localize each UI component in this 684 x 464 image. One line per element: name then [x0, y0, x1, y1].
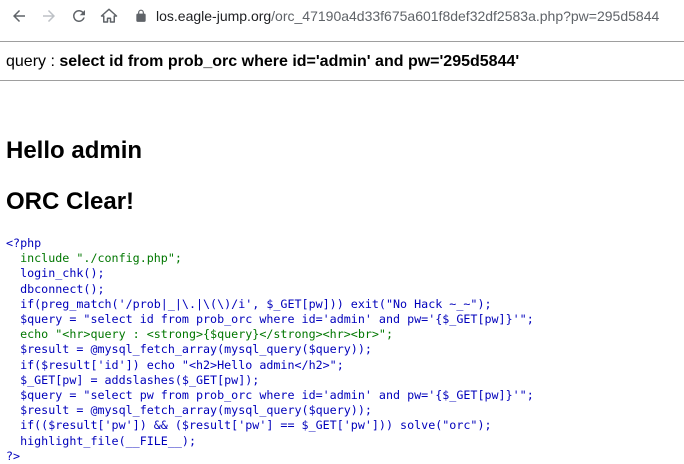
code-line: echo "<hr>query : <strong>{$query}</stro… — [6, 327, 394, 342]
home-button[interactable] — [98, 5, 120, 27]
address-bar[interactable]: los.eagle-jump.org/orc_47190a4d33f675a60… — [134, 4, 684, 28]
back-button[interactable] — [8, 5, 30, 27]
highlighted-source: <?php include "./config.php"; login_chk(… — [6, 236, 534, 464]
query-prefix: query : — [6, 53, 60, 70]
forward-button[interactable] — [38, 5, 60, 27]
home-icon — [100, 8, 118, 23]
hr-bottom — [0, 80, 684, 81]
code-line: $result = @mysql_fetch_array(mysql_query… — [6, 342, 372, 357]
code-line: $result = @mysql_fetch_array(mysql_query… — [6, 403, 372, 418]
code-line: $query = "select id from prob_orc where … — [6, 312, 534, 327]
heading-orc-clear: ORC Clear! — [6, 188, 135, 215]
hr-top — [0, 41, 684, 42]
code-line: if(preg_match('/prob|_|\.|\(\)/i', $_GET… — [6, 296, 492, 311]
arrow-right-icon — [43, 10, 55, 22]
query-text: select id from prob_orc where id='admin'… — [59, 53, 520, 70]
code-line: include "./config.php"; — [6, 251, 182, 266]
heading-hello-admin: Hello admin — [6, 137, 143, 164]
code-line: dbconnect(); — [6, 281, 105, 296]
url-path: /orc_47190a4d33f675a601f8def32df2583a.ph… — [271, 8, 660, 24]
reload-button[interactable] — [68, 5, 90, 27]
url-host: los.eagle-jump.org — [156, 8, 272, 24]
url-text[interactable]: los.eagle-jump.org/orc_47190a4d33f675a60… — [156, 8, 659, 24]
code-line: highlight_file(__FILE__); — [6, 433, 196, 448]
reload-icon — [72, 9, 85, 22]
code-line: if(($result['pw']) && ($result['pw'] == … — [6, 418, 492, 433]
arrow-left-icon — [13, 10, 25, 22]
code-line: $query = "select pw from prob_orc where … — [6, 388, 534, 403]
code-line: if($result['id']) echo "<h2>Hello admin<… — [6, 357, 344, 372]
code-line: $_GET[pw] = addslashes($_GET[pw]); — [6, 372, 260, 387]
code-line: login_chk(); — [6, 266, 105, 281]
query-line: query : select id from prob_orc where id… — [6, 53, 519, 71]
php-open-tag: <?php — [6, 236, 42, 250]
browser-toolbar: los.eagle-jump.org/orc_47190a4d33f675a60… — [0, 0, 684, 32]
lock-icon[interactable] — [134, 9, 148, 23]
